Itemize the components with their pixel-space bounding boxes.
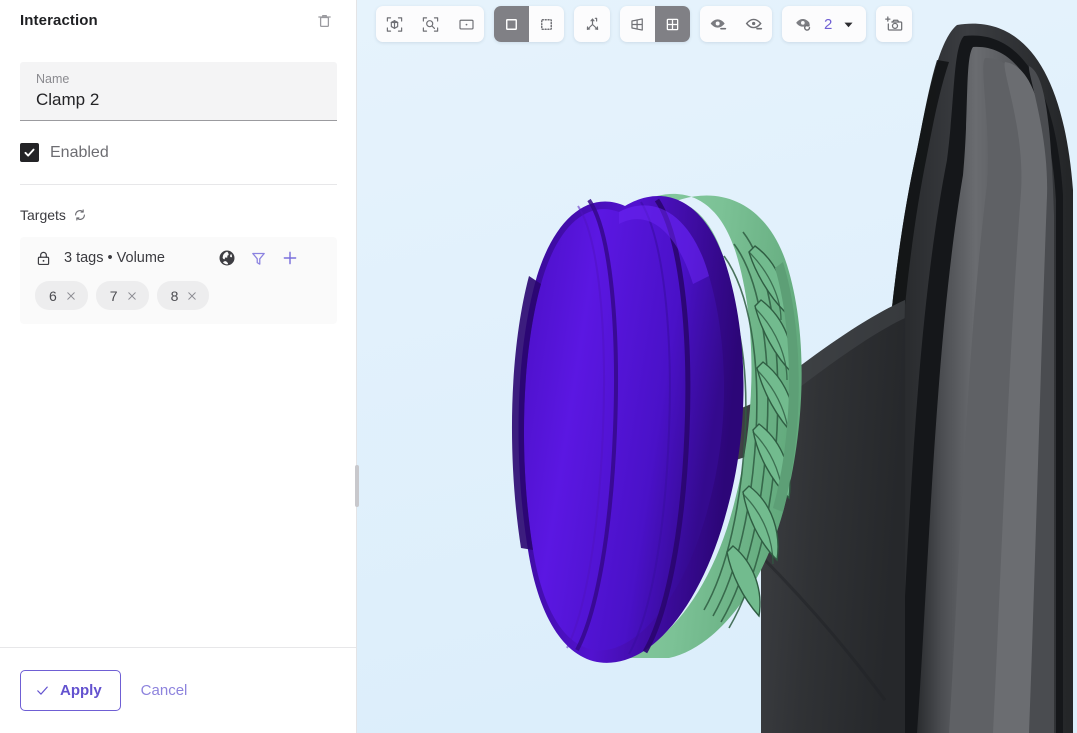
- eye-refresh-icon: [794, 14, 814, 34]
- dashed-box-select-icon[interactable]: [529, 6, 564, 42]
- eye-hide-icon[interactable]: [700, 6, 736, 42]
- lock-icon[interactable]: [35, 250, 52, 267]
- solid-box-select-icon[interactable]: [494, 6, 529, 42]
- name-field[interactable]: Name Clamp 2: [20, 62, 337, 121]
- add-camera-icon[interactable]: [876, 6, 913, 42]
- interaction-panel: Interaction Name Clamp 2 Enabled Targets…: [0, 0, 359, 733]
- targets-summary-text: 3 tags • Volume: [64, 250, 165, 266]
- cancel-button[interactable]: Cancel: [137, 682, 192, 699]
- panel-body: Name Clamp 2 Enabled Targets 3 tags • Vo…: [0, 40, 357, 733]
- target-chip[interactable]: 6: [35, 281, 88, 310]
- close-icon[interactable]: [126, 290, 138, 302]
- check-icon: [37, 686, 48, 695]
- zoom-to-selection-icon[interactable]: [412, 6, 448, 42]
- targets-actions: [218, 249, 323, 267]
- viewport-toolbar: 2: [376, 6, 913, 42]
- targets-title: Targets: [20, 207, 66, 223]
- name-field-value[interactable]: Clamp 2: [36, 88, 321, 112]
- target-chip-label: 8: [170, 287, 179, 304]
- filter-icon[interactable]: [250, 250, 267, 267]
- toolbar-group-visibility: [700, 6, 772, 42]
- visible-count-dropdown[interactable]: 2: [782, 6, 867, 42]
- enabled-checkbox[interactable]: [20, 143, 39, 162]
- axes-orientation-icon[interactable]: [574, 6, 610, 42]
- app-root: Interaction Name Clamp 2 Enabled Targets…: [0, 0, 1077, 733]
- 3d-model-scene: [357, 0, 1077, 733]
- target-chip[interactable]: 8: [156, 281, 210, 310]
- 3d-viewport[interactable]: 2: [357, 0, 1077, 733]
- target-chip-label: 7: [109, 287, 118, 304]
- toolbar-group-layout: [620, 6, 690, 42]
- toolbar-group-view: [376, 6, 484, 42]
- perspective-grid-icon[interactable]: [620, 6, 655, 42]
- enabled-label: Enabled: [50, 143, 109, 161]
- target-chip-label: 6: [49, 287, 57, 304]
- visible-count-value: 2: [824, 15, 833, 33]
- name-field-label: Name: [36, 72, 70, 86]
- toolbar-group-select: [494, 6, 564, 42]
- close-icon[interactable]: [65, 290, 77, 302]
- eye-show-icon[interactable]: [736, 6, 772, 42]
- target-chip-list: 6 7 8: [32, 281, 325, 310]
- panel-resize-handle[interactable]: [355, 465, 359, 507]
- globe-icon[interactable]: [218, 249, 236, 267]
- page-title: Interaction: [20, 11, 98, 29]
- refresh-icon[interactable]: [73, 208, 87, 222]
- fit-to-view-icon[interactable]: [376, 6, 412, 42]
- panel-footer: Apply Cancel: [0, 647, 356, 733]
- targets-card: 3 tags • Volume 6 7 8: [20, 237, 337, 324]
- target-chip[interactable]: 7: [95, 281, 149, 310]
- apply-button-label: Apply: [60, 682, 102, 699]
- trash-icon[interactable]: [311, 7, 337, 33]
- targets-summary-row: 3 tags • Volume: [32, 249, 325, 267]
- panel-header: Interaction: [0, 0, 357, 40]
- apply-button[interactable]: Apply: [20, 670, 121, 711]
- targets-section-header: Targets: [20, 207, 337, 223]
- close-icon[interactable]: [186, 290, 198, 302]
- plus-icon[interactable]: [281, 249, 299, 267]
- enabled-checkbox-row[interactable]: Enabled: [20, 143, 337, 185]
- quad-grid-icon[interactable]: [655, 6, 690, 42]
- chevron-down-icon[interactable]: [842, 18, 855, 31]
- fit-to-screen-icon[interactable]: [448, 6, 484, 42]
